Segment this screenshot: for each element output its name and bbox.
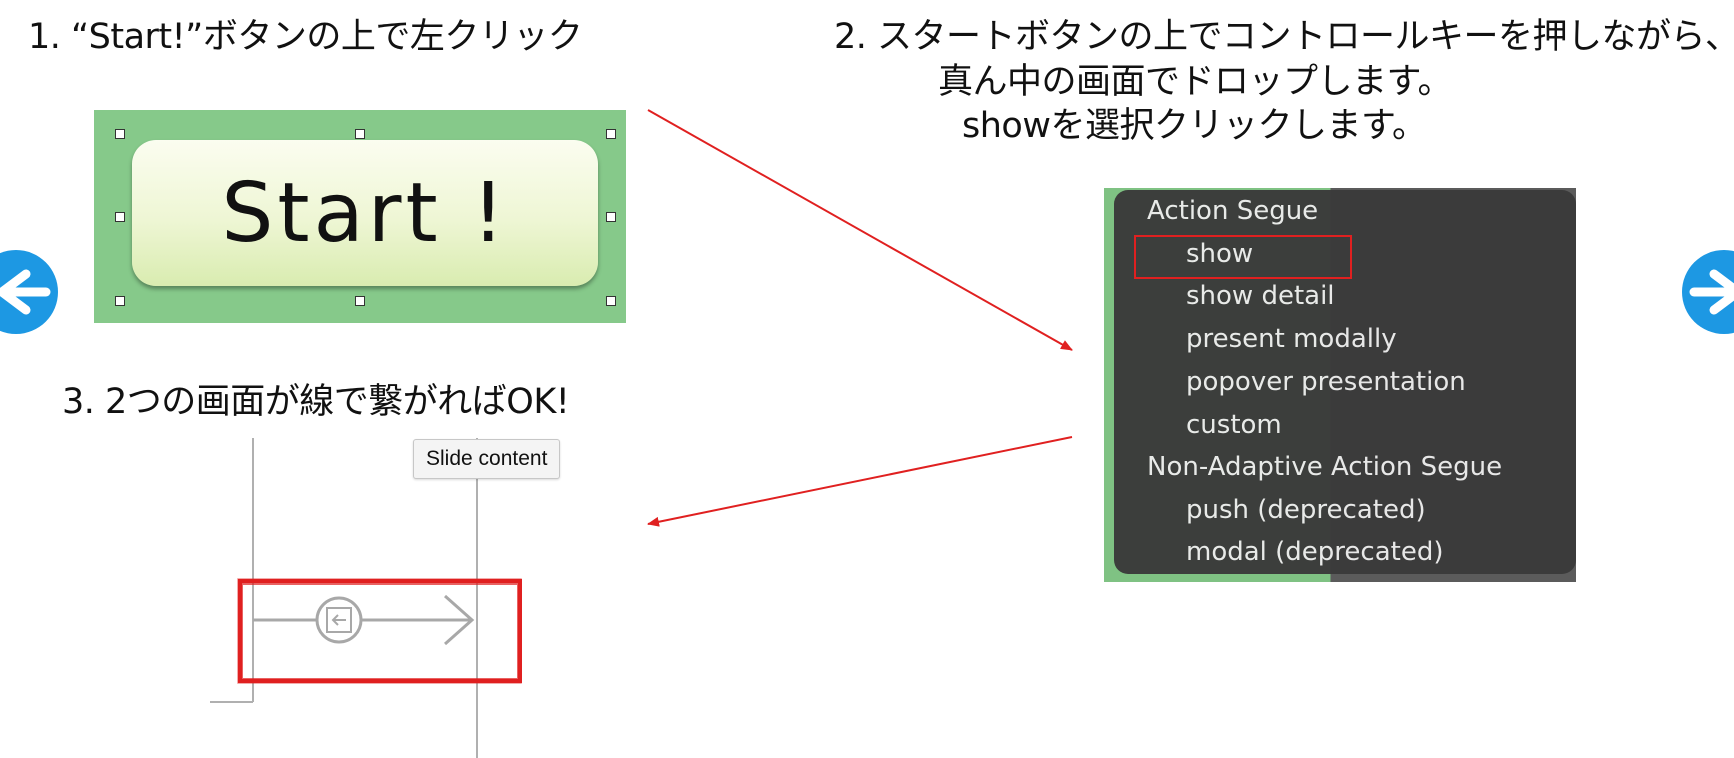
resize-handle-bottom-left[interactable] [115,296,125,306]
start-button-panel: Start ! [94,110,626,323]
start-button[interactable]: Start ! [132,140,598,286]
menu-item-popover-presentation[interactable]: popover presentation [1186,365,1466,399]
menu-header-action-segue: Action Segue [1147,196,1319,226]
previous-slide-button[interactable] [0,250,58,334]
step-2-instruction-line-2: 真ん中の画面でドロップします。 [938,62,1453,102]
arrow-to-result-diagram [647,436,1073,527]
menu-item-show-detail[interactable]: show detail [1186,279,1335,313]
show-item-highlight-box [1134,235,1352,279]
arrow-right-icon [1689,269,1734,315]
slide-content-tooltip: Slide content [413,439,561,479]
resize-handle-top-left[interactable] [115,129,125,139]
resize-handle-top-center[interactable] [355,129,365,139]
menu-item-push-deprecated[interactable]: push (deprecated) [1186,493,1426,527]
menu-item-custom[interactable]: custom [1186,408,1282,442]
step-2-instruction-line-3: showを選択クリックします。 [962,106,1427,146]
resize-handle-middle-right[interactable] [606,212,616,222]
resize-handle-top-right[interactable] [606,129,616,139]
segue-connector-icon [253,594,475,646]
step-3-instruction: 3. 2つの画面が線で繋がればOK! [62,382,570,422]
resize-handle-middle-left[interactable] [115,212,125,222]
resize-handle-bottom-right[interactable] [606,296,616,306]
next-slide-button[interactable] [1682,250,1734,334]
menu-header-non-adaptive-segue: Non-Adaptive Action Segue [1147,452,1503,482]
menu-item-present-modally[interactable]: present modally [1186,322,1397,356]
resize-handle-bottom-center[interactable] [355,296,365,306]
step-1-instruction: 1. “Start!”ボタンの上で左クリック [28,17,583,57]
step-2-instruction-line-1: 2. スタートボタンの上でコントロールキーを押しながら、 [834,17,1734,57]
menu-item-modal-deprecated[interactable]: modal (deprecated) [1186,535,1444,569]
arrow-left-icon [0,269,51,315]
red-highlight-box [237,578,522,684]
